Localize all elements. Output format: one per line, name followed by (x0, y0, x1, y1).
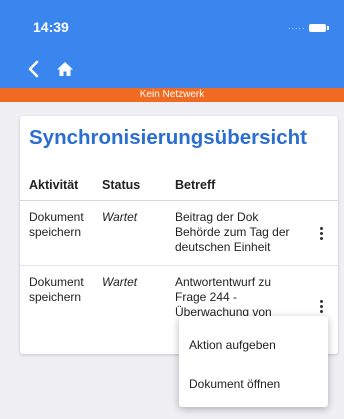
menu-item-open-document[interactable]: Dokument öffnen (179, 365, 328, 403)
activity-line: Dokument (29, 210, 84, 224)
home-button[interactable] (55, 59, 75, 79)
column-header-status: Status (102, 178, 141, 192)
activity-cell: Dokument speichern (29, 210, 84, 240)
subject-line: deutschen Einheit (175, 240, 271, 254)
back-button[interactable] (24, 58, 44, 80)
activity-line: speichern (29, 225, 82, 239)
status-bar: 14:39 ..... (0, 0, 344, 50)
activity-line: Dokument (29, 275, 84, 289)
subject-cell: Beitrag der Dok Behörde zum Tag der deut… (175, 210, 290, 255)
activity-cell: Dokument speichern (29, 275, 84, 305)
subject-line: Behörde zum Tag der (175, 225, 290, 239)
row-divider (20, 265, 338, 266)
activity-line: speichern (29, 290, 82, 304)
offline-banner: Kein Netzwerk (0, 88, 344, 102)
status-cell: Wartet (102, 275, 138, 289)
chevron-left-icon (28, 60, 39, 78)
subject-cell: Antwortentwurf zu Frage 244 - Überwachun… (175, 275, 272, 320)
signal-icon: ..... (288, 21, 306, 31)
row-action-menu: Aktion aufgeben Dokument öffnen (179, 316, 328, 407)
header-divider (20, 200, 338, 201)
nav-bar (0, 50, 344, 88)
subject-line: Beitrag der Dok (175, 210, 259, 224)
battery-tip (327, 26, 329, 30)
more-vertical-icon[interactable] (314, 226, 328, 242)
subject-line: Antwortentwurf zu (175, 275, 272, 289)
battery-icon (309, 24, 326, 32)
more-vertical-icon[interactable] (314, 299, 328, 315)
menu-item-abort-action[interactable]: Aktion aufgeben (179, 326, 328, 364)
subject-line: Frage 244 - (175, 290, 238, 304)
column-header-activity: Aktivität (29, 178, 79, 192)
status-time: 14:39 (33, 19, 69, 35)
column-header-subject: Betreff (175, 178, 216, 192)
status-cell: Wartet (102, 210, 138, 224)
home-icon (57, 62, 73, 76)
page-title: Synchronisierungsübersicht (29, 126, 307, 149)
